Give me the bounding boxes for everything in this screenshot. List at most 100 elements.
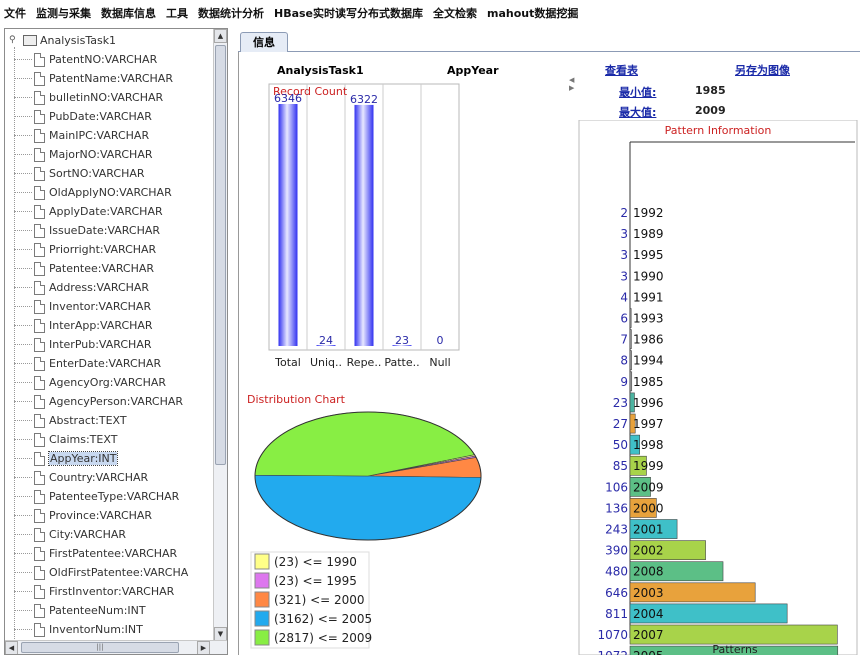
tree-item[interactable]: Country:VARCHAR [14, 468, 213, 487]
distribution-chart: Distribution Chart (23) <= 1990 (23) <= 19… [247, 393, 482, 649]
menu-item[interactable]: 监测与采集 [36, 5, 91, 21]
tree-item[interactable]: MainIPC:VARCHAR [14, 126, 213, 145]
pattern-bar [629, 350, 632, 371]
tree-item[interactable]: City:VARCHAR [14, 525, 213, 544]
pattern-year-label: 1985 [633, 375, 664, 389]
tree-item[interactable]: AgencyOrg:VARCHAR [14, 373, 213, 392]
tree-item[interactable]: AppYear:INT [14, 449, 213, 468]
tree-horizontal-scrollbar[interactable]: ◀ ||| ▶ [5, 640, 227, 654]
tree-item-label: Inventor:VARCHAR [49, 300, 152, 313]
tree-item-label: PubDate:VARCHAR [49, 110, 152, 123]
save-image-link[interactable]: 另存为图像 [735, 62, 790, 78]
tree-item[interactable]: InterApp:VARCHAR [14, 316, 213, 335]
menu-item[interactable]: 数据库信息 [101, 5, 156, 21]
bar-value-label: 23 [395, 334, 409, 347]
tree-item[interactable]: Province:VARCHAR [14, 506, 213, 525]
tree-item-label: PatenteeNum:INT [49, 604, 146, 617]
tree-item-label: PatenteeType:VARCHAR [49, 490, 180, 503]
pattern-count-label: 3 [620, 227, 628, 241]
tree-vertical-scroll-thumb[interactable] [215, 45, 226, 465]
tree-item[interactable]: PatenteeNum:INT [14, 601, 213, 620]
tree-item[interactable]: EnterDate:VARCHAR [14, 354, 213, 373]
pattern-year-label: 2002 [633, 544, 664, 558]
tree-item[interactable]: SortNO:VARCHAR [14, 164, 213, 183]
bar-value-label: 6346 [274, 92, 302, 105]
tree-item[interactable]: FirstInventor:VARCHAR [14, 582, 213, 601]
tree-item[interactable]: InterPub:VARCHAR [14, 335, 213, 354]
tree-item-label: MainIPC:VARCHAR [49, 129, 150, 142]
tree-item[interactable]: IssueDate:VARCHAR [14, 221, 213, 240]
pie-slice [254, 474, 482, 541]
legend-swatch [254, 572, 270, 589]
pattern-bar [629, 329, 632, 350]
tree-item-label: ApplyDate:VARCHAR [49, 205, 163, 218]
tree-item[interactable]: bulletinNO:VARCHAR [14, 88, 213, 107]
tree-item[interactable]: Patentee:VARCHAR [14, 259, 213, 278]
pattern-count-label: 4 [620, 290, 628, 304]
tree-item[interactable]: FirstPatentee:VARCHAR [14, 544, 213, 563]
tree-item-label: InterPub:VARCHAR [49, 338, 152, 351]
tree-item-label: InterApp:VARCHAR [49, 319, 153, 332]
tree-item[interactable]: Claims:TEXT [14, 430, 213, 449]
tree-connector [14, 458, 32, 459]
tree-connector [14, 534, 32, 535]
pattern-year-label: 2007 [633, 628, 664, 642]
min-value: 1985 [695, 84, 726, 97]
menu-item[interactable]: mahout数据挖掘 [487, 5, 578, 21]
tree-item[interactable]: OldFirstPatentee:VARCHA [14, 563, 213, 582]
menu-item[interactable]: HBase实时读写分布式数据库 [274, 5, 423, 21]
view-table-link[interactable]: 查看表 [605, 62, 638, 78]
scroll-right-icon[interactable]: ▶ [197, 641, 210, 654]
tree-item-label: IssueDate:VARCHAR [49, 224, 161, 237]
tree-connector [14, 439, 32, 440]
file-icon [34, 166, 45, 181]
tree-item[interactable]: Priorright:VARCHAR [14, 240, 213, 259]
pattern-count-label: 85 [613, 459, 628, 473]
pattern-year-label: 1998 [633, 438, 664, 452]
menu-item[interactable]: 文件 [4, 5, 26, 21]
file-icon [34, 280, 45, 295]
tree-item[interactable]: AgencyPerson:VARCHAR [14, 392, 213, 411]
tree-vertical-scrollbar[interactable]: ▲ ▼ [213, 29, 227, 641]
tree-item[interactable]: Address:VARCHAR [14, 278, 213, 297]
menu-item[interactable]: 数据统计分析 [198, 5, 264, 21]
tree-connector [14, 477, 32, 478]
scroll-down-icon[interactable]: ▼ [214, 627, 227, 641]
tree-item[interactable]: Abstract:TEXT [14, 411, 213, 430]
legend-label: (321) <= 2000 [274, 593, 365, 607]
tree-item[interactable]: PatenteeType:VARCHAR [14, 487, 213, 506]
pattern-count-label: 243 [605, 523, 628, 537]
menu-item[interactable]: 全文检索 [433, 5, 477, 21]
expand-toggle-icon[interactable]: ⚲ [9, 35, 19, 45]
menu-item[interactable]: 工具 [166, 5, 188, 21]
tree-horizontal-scroll-thumb[interactable]: ||| [21, 642, 179, 653]
legend-swatch [254, 591, 270, 608]
tree-item[interactable]: MajorNO:VARCHAR [14, 145, 213, 164]
tree-item-label: Country:VARCHAR [49, 471, 149, 484]
tree-item[interactable]: PatentName:VARCHAR [14, 69, 213, 88]
split-arrows-icon[interactable]: ◀ ▶ [569, 76, 574, 92]
tree-connector [14, 420, 32, 421]
scroll-up-icon[interactable]: ▲ [214, 29, 227, 43]
tree-item[interactable]: OldApplyNO:VARCHAR [14, 183, 213, 202]
pattern-year-label: 1994 [633, 354, 664, 368]
tree-item[interactable]: InventorNum:INT [14, 620, 213, 639]
tree-item[interactable]: PubDate:VARCHAR [14, 107, 213, 126]
bar-category-label: Null [429, 356, 450, 369]
file-icon [34, 147, 45, 162]
pattern-count-label: 1072 [597, 649, 628, 655]
tree-item[interactable]: Inventor:VARCHAR [14, 297, 213, 316]
legend-label: (23) <= 1995 [274, 574, 357, 588]
tree-item[interactable]: PatentNO:VARCHAR [14, 50, 213, 69]
tree-item[interactable]: ApplyDate:VARCHAR [14, 202, 213, 221]
file-icon [34, 337, 45, 352]
file-icon [34, 451, 45, 466]
file-icon [34, 565, 45, 580]
tree-connector [14, 173, 32, 174]
tab-info[interactable]: 信息 [240, 32, 288, 52]
tree-connector [14, 382, 32, 383]
scroll-left-icon[interactable]: ◀ [5, 641, 18, 654]
tree-item-label: SortNO:VARCHAR [49, 167, 145, 180]
tree-root[interactable]: ⚲ AnalysisTask1 [9, 31, 116, 49]
max-value: 2009 [695, 104, 726, 117]
